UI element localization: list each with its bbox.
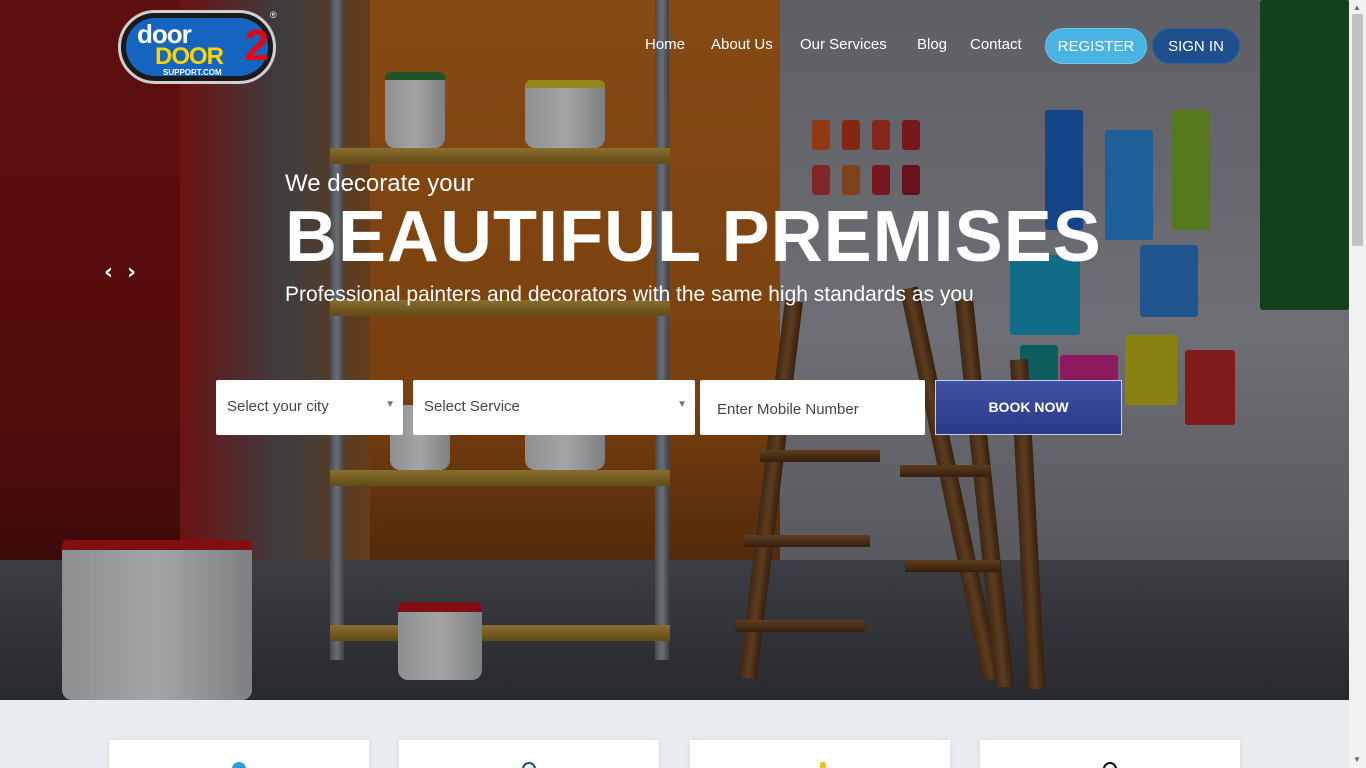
service-icon-blue [232, 762, 246, 768]
page-scrollbar[interactable]: ▲ ▼ [1349, 0, 1366, 768]
dropdown-caret-icon: ▼ [677, 399, 687, 410]
registered-mark: ® [270, 10, 277, 20]
hero-overlay [0, 0, 1349, 700]
nav-blog[interactable]: Blog [917, 36, 947, 53]
city-select-value: Select your city [227, 398, 329, 415]
chevron-left-icon[interactable]: ‹ [104, 260, 113, 285]
nav-our-services[interactable]: Our Services [800, 36, 887, 53]
service-select-value: Select Service [424, 398, 520, 415]
hero-tagline: We decorate your [285, 170, 474, 197]
service-card[interactable] [109, 740, 369, 768]
chevron-right-icon[interactable]: › [127, 260, 136, 285]
scrollbar-thumb[interactable] [1352, 14, 1363, 246]
book-now-button[interactable]: BOOK NOW [935, 380, 1122, 435]
hero-banner [0, 0, 1349, 700]
service-card[interactable] [980, 740, 1240, 768]
dropdown-caret-icon: ▼ [385, 399, 395, 410]
logo-number-two: 2 [244, 21, 269, 70]
mobile-number-input[interactable] [700, 380, 925, 435]
hero-headline: BEAUTIFUL PREMISES [285, 197, 1102, 277]
register-button[interactable]: REGISTER [1045, 28, 1147, 64]
logo-domain: SUPPORT.COM [163, 68, 222, 77]
logo-word-door-caps: DOOR [155, 43, 224, 70]
nav-home[interactable]: Home [645, 36, 685, 53]
nav-contact[interactable]: Contact [970, 36, 1022, 53]
service-card[interactable] [399, 740, 659, 768]
service-select[interactable]: Select Service ▼ [413, 380, 695, 435]
hero-subline: Professional painters and decorators wit… [285, 283, 974, 306]
nav-about-us[interactable]: About Us [711, 36, 773, 53]
sign-in-button[interactable]: SIGN IN [1152, 28, 1240, 64]
scroll-up-arrow-icon[interactable]: ▲ [1353, 3, 1361, 12]
service-card[interactable] [690, 740, 950, 768]
mobile-field-wrap [700, 380, 925, 435]
service-icon-yellow [820, 762, 826, 768]
service-icon-navy [522, 762, 536, 768]
site-logo[interactable]: door DOOR SUPPORT.COM 2 [118, 10, 276, 84]
service-icon-black [1103, 762, 1117, 768]
scroll-down-arrow-icon[interactable]: ▼ [1353, 755, 1361, 764]
city-select[interactable]: Select your city ▼ [216, 380, 403, 435]
